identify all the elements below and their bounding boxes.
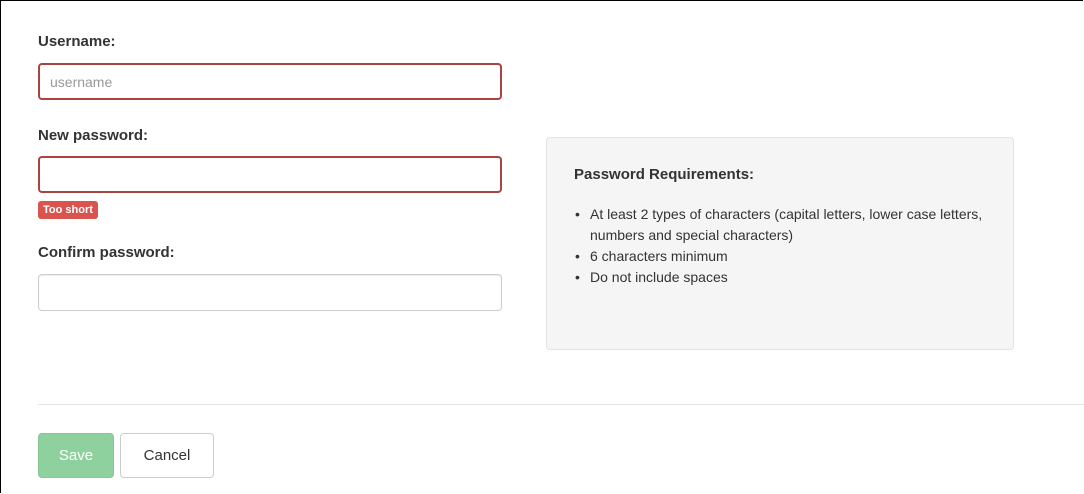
cancel-button[interactable]: Cancel bbox=[120, 433, 214, 478]
bullet-icon: • bbox=[575, 206, 580, 222]
requirement-item: • 6 characters minimum bbox=[575, 246, 995, 267]
confirm-password-input[interactable] bbox=[38, 274, 502, 311]
save-button[interactable]: Save bbox=[38, 433, 114, 478]
password-requirements-panel: Password Requirements: • At least 2 type… bbox=[546, 137, 1014, 350]
requirement-text: Do not include spaces bbox=[590, 269, 728, 285]
username-input[interactable] bbox=[38, 63, 502, 100]
footer-divider bbox=[38, 404, 1084, 405]
bullet-icon: • bbox=[575, 269, 580, 285]
requirements-list: • At least 2 types of characters (capita… bbox=[575, 204, 995, 288]
requirement-text: At least 2 types of characters (capital … bbox=[590, 206, 983, 243]
username-label: Username: bbox=[38, 33, 116, 50]
form-container: Username: New password: Too short Confir… bbox=[0, 0, 1084, 493]
bullet-icon: • bbox=[575, 248, 580, 264]
new-password-input[interactable] bbox=[38, 156, 502, 193]
confirm-password-label: Confirm password: bbox=[38, 244, 175, 261]
requirement-text: 6 characters minimum bbox=[590, 248, 728, 264]
requirement-item: • Do not include spaces bbox=[575, 267, 995, 288]
requirements-title: Password Requirements: bbox=[574, 166, 755, 183]
requirement-item: • At least 2 types of characters (capita… bbox=[575, 204, 995, 246]
new-password-label: New password: bbox=[38, 127, 149, 144]
password-error-badge: Too short bbox=[38, 201, 98, 219]
